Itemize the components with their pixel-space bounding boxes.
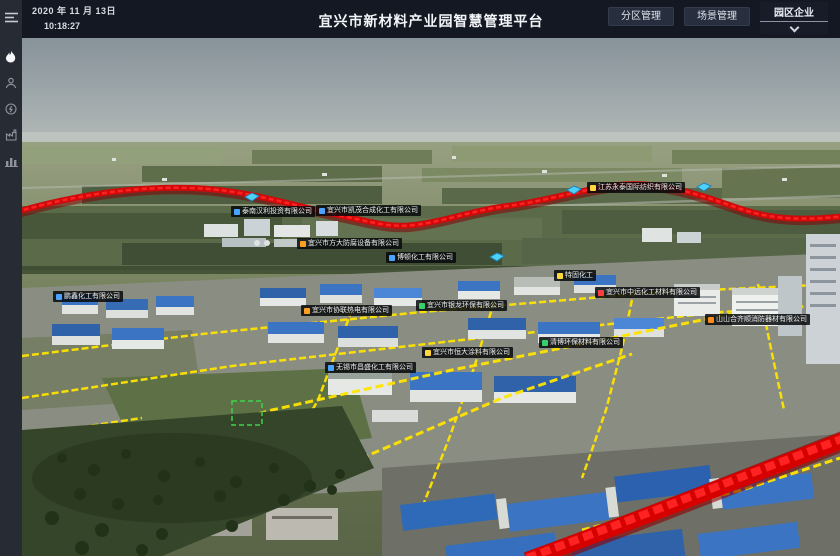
company-label-text: 特固化工 bbox=[565, 272, 593, 279]
company-marker-icon bbox=[542, 340, 548, 346]
fire-icon[interactable] bbox=[0, 44, 22, 70]
company-label-text: 泰南汉利投资有限公司 bbox=[242, 208, 312, 215]
company-marker-icon bbox=[328, 365, 334, 371]
map-company-label[interactable]: 宜兴市方大防腐设备有限公司 bbox=[297, 238, 402, 249]
map-company-label[interactable]: 宜兴市恒大涂料有限公司 bbox=[422, 347, 513, 358]
company-label-text: 宜兴市协联热电有限公司 bbox=[312, 307, 389, 314]
top-bar: 2020 年 11 月 13日 10:18:27 宜兴市新材料产业园智慧管理平台… bbox=[22, 0, 840, 38]
company-marker-icon bbox=[389, 255, 395, 261]
map-company-label[interactable]: 宜兴市协联热电有限公司 bbox=[301, 305, 392, 316]
zone-management-button[interactable]: 分区管理 bbox=[608, 7, 674, 26]
company-label-text: 宜兴市恒大涂料有限公司 bbox=[433, 349, 510, 356]
map-company-label[interactable]: 山山合齐顺消防器材有限公司 bbox=[705, 314, 810, 325]
user-icon[interactable] bbox=[0, 70, 22, 96]
map-company-label[interactable]: 博顿化工有限公司 bbox=[386, 252, 456, 263]
map-3d-scene[interactable] bbox=[22, 38, 840, 556]
company-label-text: 宜兴市中远化工材料有限公司 bbox=[606, 289, 697, 296]
company-marker-icon bbox=[708, 317, 714, 323]
company-label-text: 鹏鑫化工有限公司 bbox=[64, 293, 120, 300]
company-label-text: 江苏永泰国际纺织有限公司 bbox=[598, 184, 682, 191]
company-marker-icon bbox=[319, 208, 325, 214]
company-label-text: 宜兴市方大防腐设备有限公司 bbox=[308, 240, 399, 247]
company-label-text: 博顿化工有限公司 bbox=[397, 254, 453, 261]
company-marker-icon bbox=[304, 308, 310, 314]
factory-icon[interactable] bbox=[0, 122, 22, 148]
company-label-text: 宜兴市凯茂合成化工有限公司 bbox=[327, 207, 418, 214]
map-company-label[interactable]: 鹏鑫化工有限公司 bbox=[53, 291, 123, 302]
company-label-text: 宜兴市银龙环保有限公司 bbox=[427, 302, 504, 309]
menu-icon[interactable] bbox=[0, 4, 22, 30]
map-company-label[interactable]: 江苏永泰国际纺织有限公司 bbox=[587, 182, 685, 193]
company-marker-icon bbox=[425, 350, 431, 356]
sky bbox=[22, 38, 840, 154]
company-marker-icon bbox=[598, 290, 604, 296]
park-enterprise-dropdown[interactable]: 园区企业 bbox=[760, 2, 828, 34]
map-company-label[interactable]: 无锡市昌盛化工有限公司 bbox=[325, 362, 416, 373]
map-company-label[interactable]: 宜兴市银龙环保有限公司 bbox=[416, 300, 507, 311]
company-marker-icon bbox=[56, 294, 62, 300]
bar-chart-icon[interactable] bbox=[0, 148, 22, 174]
map-company-label[interactable]: 宜兴市中远化工材料有限公司 bbox=[595, 287, 700, 298]
company-label-text: 无锡市昌盛化工有限公司 bbox=[336, 364, 413, 371]
scene-management-button[interactable]: 场景管理 bbox=[684, 7, 750, 26]
company-label-text: 清博环保材料有限公司 bbox=[550, 339, 620, 346]
power-icon[interactable] bbox=[0, 96, 22, 122]
map-3d-viewport[interactable] bbox=[22, 38, 840, 556]
map-company-label[interactable]: 特固化工 bbox=[554, 270, 596, 281]
map-company-label[interactable]: 宜兴市凯茂合成化工有限公司 bbox=[316, 205, 421, 216]
company-marker-icon bbox=[234, 209, 240, 215]
company-marker-icon bbox=[557, 273, 563, 279]
company-label-text: 山山合齐顺消防器材有限公司 bbox=[716, 316, 807, 323]
company-marker-icon bbox=[419, 303, 425, 309]
chevron-down-icon bbox=[789, 23, 799, 33]
company-marker-icon bbox=[300, 241, 306, 247]
left-toolbar bbox=[0, 0, 22, 556]
map-company-label[interactable]: 清博环保材料有限公司 bbox=[539, 337, 623, 348]
company-marker-icon bbox=[590, 185, 596, 191]
map-company-label[interactable]: 泰南汉利投资有限公司 bbox=[231, 206, 315, 217]
dropdown-selected-value: 园区企业 bbox=[760, 4, 828, 22]
